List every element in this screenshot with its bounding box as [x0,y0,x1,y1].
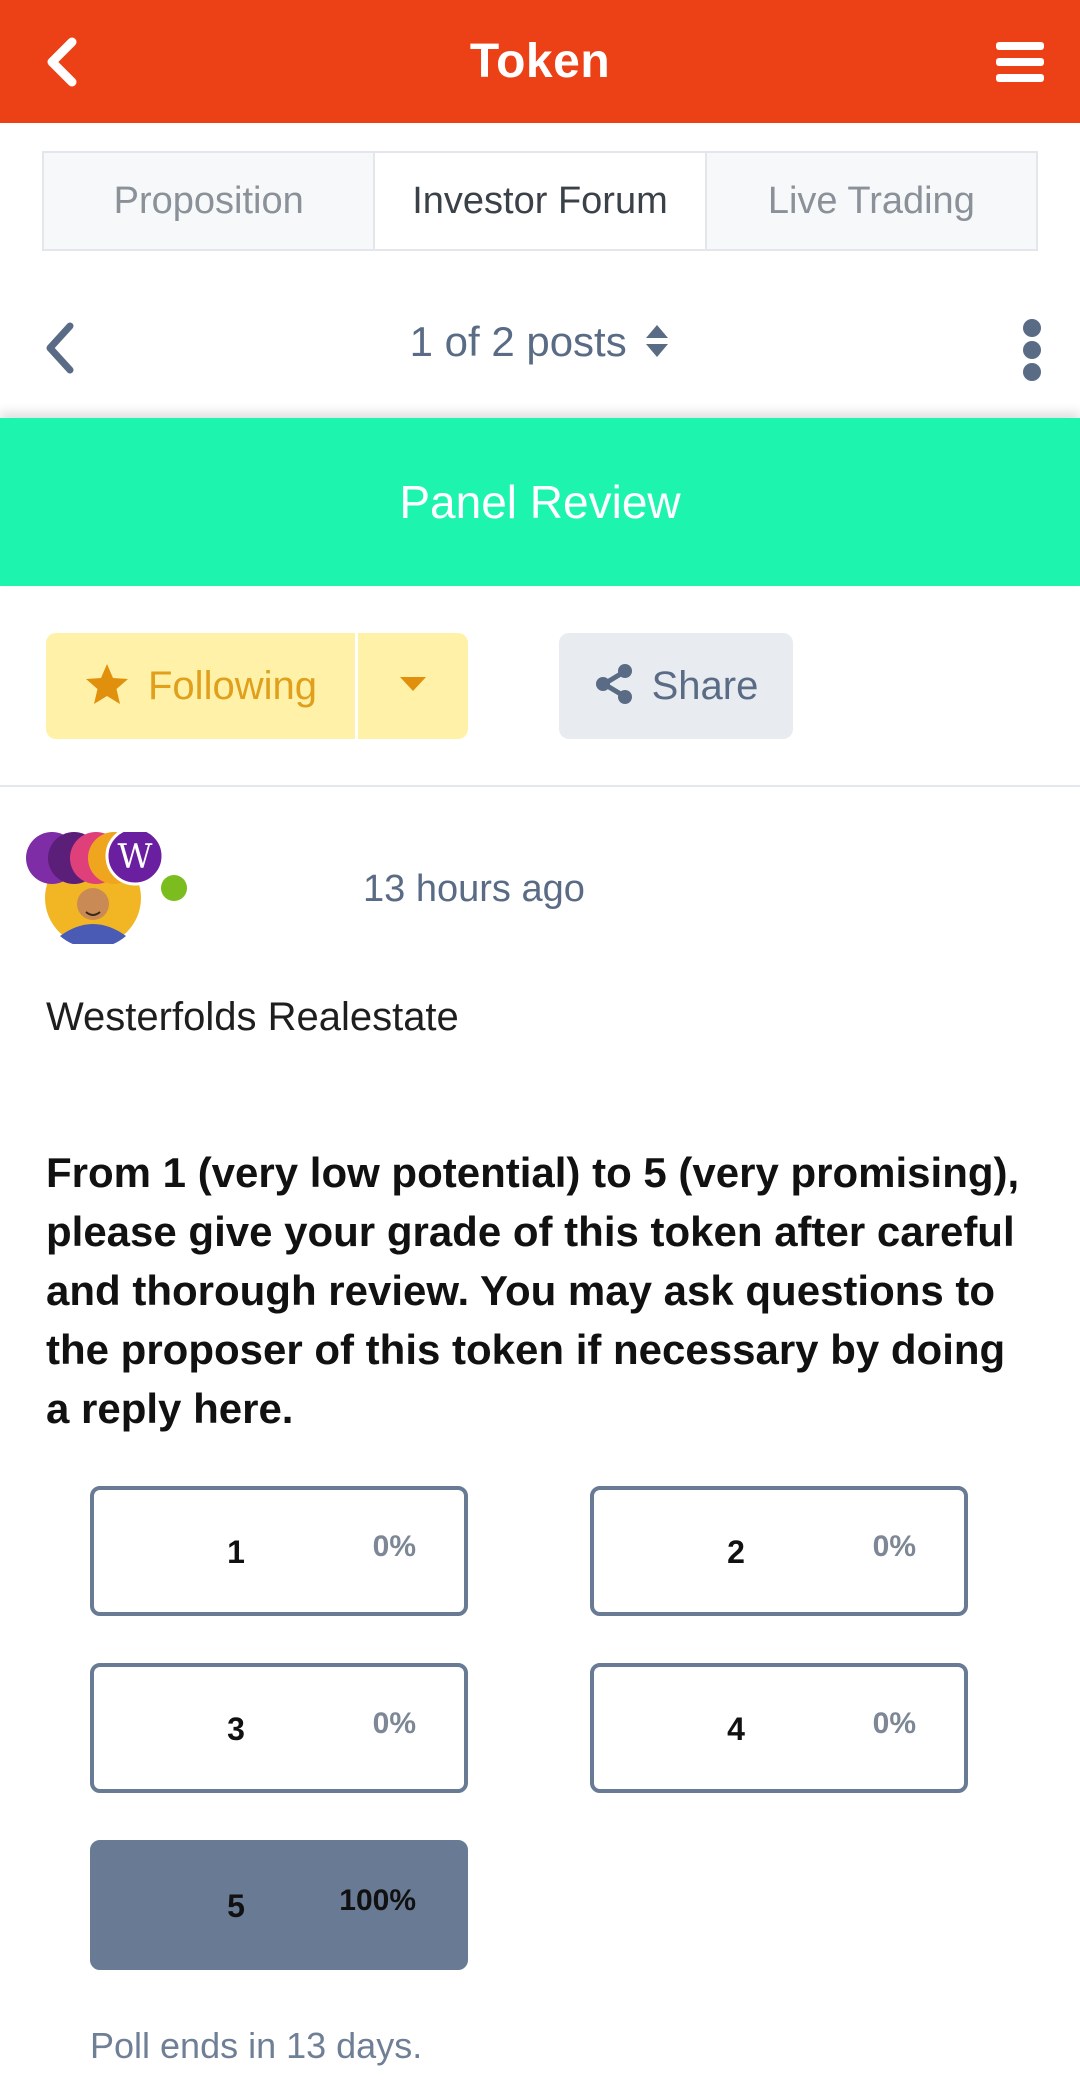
divider [0,785,1080,787]
following-button[interactable]: Following [46,633,358,739]
poll-option-3[interactable]: 3 0% [90,1663,468,1793]
app-bar: Token [0,0,1080,123]
poll-option-label: 4 [727,1711,745,1747]
caret-down-icon [398,675,428,698]
poll-question: From 1 (very low potential) to 5 (very p… [46,1149,1020,1432]
following-label: Following [148,663,317,708]
share-icon [594,663,634,710]
post-counter-label: 1 of 2 posts [409,318,627,365]
poll-option-percent: 0% [372,1707,416,1740]
poll-option-label: 5 [227,1888,245,1924]
follow-options-dropdown[interactable] [358,633,468,739]
tab-investor-forum[interactable]: Investor Forum [375,153,707,249]
poll-option-4[interactable]: 4 0% [590,1663,968,1793]
tab-proposition[interactable]: Proposition [44,153,376,249]
sort-icon [644,321,670,369]
star-icon [84,662,130,711]
poll-option-1[interactable]: 1 0% [90,1486,468,1616]
more-options-icon[interactable] [1020,318,1044,382]
svg-text:W: W [118,837,153,877]
panel-review-banner: Panel Review [0,418,1080,586]
poll-option-2[interactable]: 2 0% [590,1486,968,1616]
share-label: Share [651,663,759,708]
follow-button-group: Following [46,633,468,739]
section-tabs: Proposition Investor Forum Live Trading [42,151,1038,251]
poll-end-note: Poll ends in 13 days. [90,2025,423,2066]
banner-title: Panel Review [399,476,681,528]
poll-option-percent: 0% [872,1707,916,1740]
author-name[interactable]: Westerfolds Realestate [46,995,459,1040]
poll-option-percent: 0% [872,1530,916,1563]
hamburger-menu-icon[interactable] [994,40,1046,84]
back-icon[interactable] [38,34,86,90]
poll-option-label: 1 [227,1534,245,1570]
tab-live-trading[interactable]: Live Trading [707,153,1036,249]
poll-option-percent: 100% [339,1884,416,1917]
poll-option-label: 3 [227,1711,245,1747]
poll-option-label: 2 [727,1534,745,1570]
app-title: Token [469,35,611,88]
post-navigation: 1 of 2 posts [0,290,1080,400]
poll-option-5[interactable]: 5 100% [90,1840,468,1970]
share-button[interactable]: Share [559,633,793,739]
author-avatar[interactable]: W [22,826,202,948]
post-timestamp: 13 hours ago [363,868,585,910]
poll-option-percent: 0% [372,1530,416,1563]
post-counter-dropdown[interactable]: 1 of 2 posts [0,318,1080,369]
